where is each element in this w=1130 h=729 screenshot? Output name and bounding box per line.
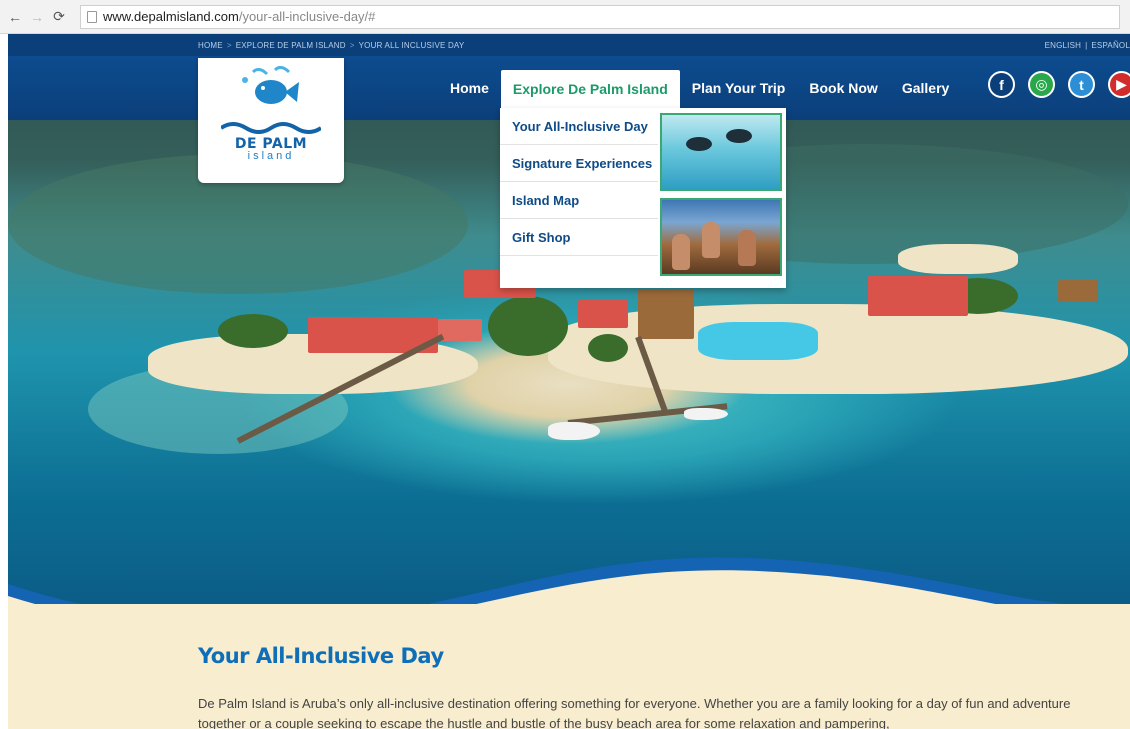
snorkeling-photo[interactable] <box>660 113 782 191</box>
page-title: Your All-Inclusive Day <box>198 644 444 668</box>
nav-explore-de-palm-island[interactable]: Explore De Palm Island <box>500 70 680 108</box>
fish-logo-icon <box>242 66 299 104</box>
social-links: f ◎ t ▶ <box>988 71 1130 98</box>
logo-subtitle: island <box>247 150 295 162</box>
explore-dropdown-menu: Your All-Inclusive Day Signature Experie… <box>500 108 786 288</box>
breadcrumb-home[interactable]: HOME <box>198 41 223 50</box>
language-espanol[interactable]: ESPAÑOL <box>1091 41 1130 50</box>
reload-icon[interactable]: ⟳ <box>52 8 66 24</box>
url-path: /your-all-inclusive-day/# <box>238 9 376 24</box>
dropdown-item-island-map[interactable]: Island Map <box>500 182 658 219</box>
breadcrumb: HOME > EXPLORE DE PALM ISLAND > YOUR ALL… <box>198 41 464 50</box>
dropdown-item-gift-shop[interactable]: Gift Shop <box>500 219 658 256</box>
language-switcher: ENGLISH | ESPAÑOL <box>1045 41 1130 50</box>
dropdown-list: Your All-Inclusive Day Signature Experie… <box>500 108 658 256</box>
breadcrumb-separator: > <box>226 40 232 50</box>
youtube-icon[interactable]: ▶ <box>1108 71 1130 98</box>
nav-gallery[interactable]: Gallery <box>890 68 961 108</box>
nav-plan-your-trip[interactable]: Plan Your Trip <box>680 68 798 108</box>
url-host: www.depalmisland.com <box>103 9 239 24</box>
language-english[interactable]: ENGLISH <box>1045 41 1082 50</box>
forward-arrow-icon[interactable]: → <box>30 9 44 25</box>
address-bar[interactable]: www.depalmisland.com/your-all-inclusive-… <box>80 4 1120 29</box>
intro-paragraph: De Palm Island is Aruba’s only all-inclu… <box>198 696 1071 729</box>
dropdown-item-signature-experiences[interactable]: Signature Experiences <box>500 145 658 182</box>
dropdown-item-all-inclusive-day[interactable]: Your All-Inclusive Day <box>500 108 658 145</box>
nav-home[interactable]: Home <box>438 68 501 108</box>
wave-logo-icon <box>221 122 321 134</box>
nav-book-now[interactable]: Book Now <box>797 68 889 108</box>
page-icon <box>87 10 97 23</box>
content-section: Your All-Inclusive Day De Palm Island is… <box>8 604 1130 729</box>
website: HOME > EXPLORE DE PALM ISLAND > YOUR ALL… <box>8 34 1130 729</box>
tripadvisor-icon[interactable]: ◎ <box>1028 71 1055 98</box>
browser-toolbar: ← → ⟳ www.depalmisland.com/your-all-incl… <box>0 0 1130 34</box>
breadcrumb-explore[interactable]: EXPLORE DE PALM ISLAND <box>236 41 346 50</box>
bar-photo[interactable] <box>660 198 782 276</box>
twitter-icon[interactable]: t <box>1068 71 1095 98</box>
top-strip: HOME > EXPLORE DE PALM ISLAND > YOUR ALL… <box>8 34 1130 56</box>
breadcrumb-separator: > <box>349 40 355 50</box>
breadcrumb-current: YOUR ALL INCLUSIVE DAY <box>358 40 465 50</box>
de-palm-island-logo[interactable]: DE PALM island <box>198 58 344 183</box>
language-separator: | <box>1085 40 1088 50</box>
facebook-icon[interactable]: f <box>988 71 1015 98</box>
back-arrow-icon[interactable]: ← <box>8 9 22 25</box>
